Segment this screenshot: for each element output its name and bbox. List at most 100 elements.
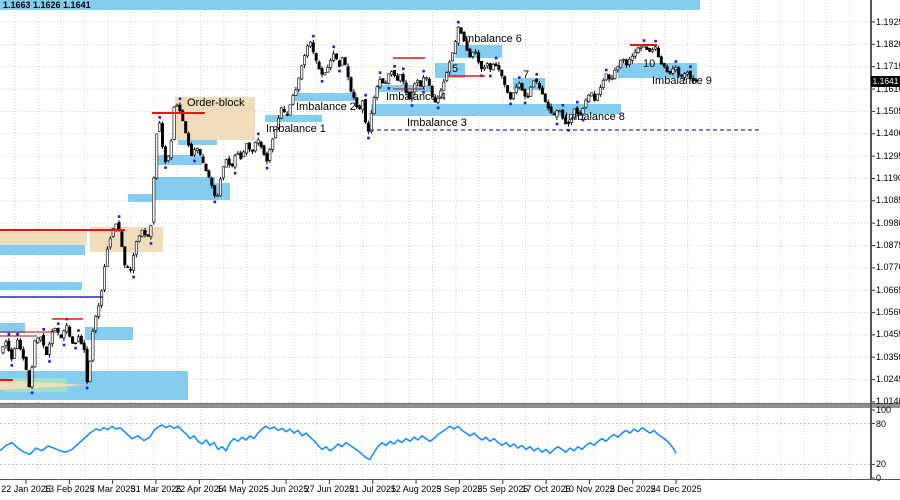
candle-body — [512, 93, 514, 99]
fractal-down-dot — [266, 167, 269, 170]
candle-body — [483, 67, 485, 69]
candle-body — [602, 80, 604, 87]
candle-body — [280, 108, 282, 118]
imbalance-3-zone[interactable] — [371, 104, 568, 116]
date-axis-label: 31 Mar 2025 — [131, 485, 182, 494]
candle-body — [106, 249, 108, 266]
candle-body — [225, 160, 227, 167]
fractal-up-dot — [8, 333, 11, 336]
pane-separator[interactable] — [0, 403, 900, 408]
candle-body — [614, 70, 616, 78]
price-axis-label: 1.0875 — [876, 241, 900, 250]
imbalance-7-label[interactable]: 7 — [523, 70, 529, 81]
imbalance-6-label[interactable]: Imbalance 6 — [462, 34, 522, 45]
fractal-up-dot — [422, 70, 425, 73]
imbalance-3-label[interactable]: Imbalance 3 — [407, 118, 467, 129]
candle-body — [321, 69, 323, 75]
candle-body — [266, 154, 268, 162]
candle-body — [390, 72, 392, 75]
fractal-down-dot — [63, 344, 66, 347]
candle-body — [31, 368, 33, 387]
zone-apr-3b[interactable] — [215, 183, 230, 200]
fractal-down-dot — [31, 391, 34, 394]
candle-body — [42, 335, 44, 345]
fractal-up-dot — [332, 46, 335, 49]
candle-body — [501, 70, 503, 75]
candle-body — [472, 52, 474, 56]
candle-body — [382, 78, 384, 83]
candle-body — [109, 239, 111, 247]
candle-body — [364, 100, 366, 123]
candle-body — [556, 111, 558, 117]
candle-body — [309, 42, 311, 46]
candle-body — [141, 230, 143, 236]
top-imbalance-zone[interactable] — [0, 0, 700, 10]
candle-body — [170, 141, 172, 158]
imbalance-8-label[interactable]: Imbalance 8 — [565, 112, 625, 123]
date-axis-label: 3 Sep 2025 — [436, 485, 482, 494]
candle-body — [417, 81, 419, 83]
candle-body — [158, 123, 160, 131]
order-block-left-1[interactable] — [0, 232, 87, 245]
imbalance-4-label[interactable]: Imbalance 4 — [386, 92, 446, 103]
candle-body — [312, 43, 314, 52]
imbalance-10-label[interactable]: 10 — [643, 59, 655, 70]
candle-body — [376, 87, 378, 97]
candle-body — [324, 73, 326, 75]
price-axis-label: 1.0665 — [876, 286, 900, 295]
candle-body — [48, 344, 50, 354]
zone-feb-1[interactable] — [0, 245, 85, 255]
date-axis-label: 27 Jun 2025 — [305, 485, 355, 494]
order-block-label[interactable]: Order-block — [187, 98, 244, 109]
candle-body — [127, 267, 129, 268]
candle-body — [219, 179, 221, 196]
candle-body — [150, 226, 152, 237]
candle-body — [617, 67, 619, 70]
candle-body — [495, 64, 497, 66]
candle-body — [60, 335, 62, 338]
date-axis-label: 14 May 2025 — [217, 485, 269, 494]
candle-body — [269, 150, 271, 161]
price-axis-label: 1.0560 — [876, 308, 900, 317]
candle-body — [318, 62, 320, 69]
candle-body — [306, 46, 308, 56]
zone-mar[interactable] — [128, 194, 152, 202]
candle-body — [231, 164, 233, 165]
candle-body — [196, 148, 198, 150]
candle-body — [92, 331, 94, 360]
imbalance-2-zone[interactable] — [295, 93, 357, 101]
candle-body — [385, 83, 387, 84]
candle-body — [672, 69, 674, 73]
candle-body — [138, 236, 140, 241]
candle-body — [669, 71, 671, 73]
imbalance-5-label[interactable]: 5 — [452, 64, 458, 75]
zone-apr-3[interactable] — [153, 177, 215, 200]
fractal-down-dot — [321, 80, 324, 83]
candle-body — [332, 54, 334, 61]
imbalance-1-label[interactable]: Imbalance 1 — [266, 124, 326, 135]
imbalance-1-zone[interactable] — [265, 115, 322, 122]
candle-body — [193, 150, 195, 155]
date-axis-label: 7 Mar 2025 — [90, 485, 136, 494]
candle-body — [283, 109, 285, 112]
candle-body — [625, 60, 627, 65]
fractal-up-dot — [675, 60, 678, 63]
zone-feb-2[interactable] — [0, 282, 82, 290]
candle-body — [211, 178, 213, 185]
candle-body — [37, 338, 39, 343]
imbalance-9-label[interactable]: Imbalance 9 — [652, 76, 712, 87]
candle-body — [492, 64, 494, 69]
imbalance-2-label[interactable]: Imbalance 2 — [296, 102, 356, 113]
candle-body — [361, 101, 363, 110]
indicator-axis-label: 20 — [876, 460, 886, 469]
candle-body — [338, 61, 340, 67]
candle-body — [620, 60, 622, 68]
chart-canvas[interactable] — [0, 0, 900, 500]
candle-body — [654, 47, 656, 49]
candle-body — [544, 94, 546, 102]
candle-body — [608, 75, 610, 79]
candle-body — [553, 114, 555, 115]
candle-body — [147, 235, 149, 236]
candle-body — [330, 60, 332, 67]
candle-body — [176, 105, 178, 106]
